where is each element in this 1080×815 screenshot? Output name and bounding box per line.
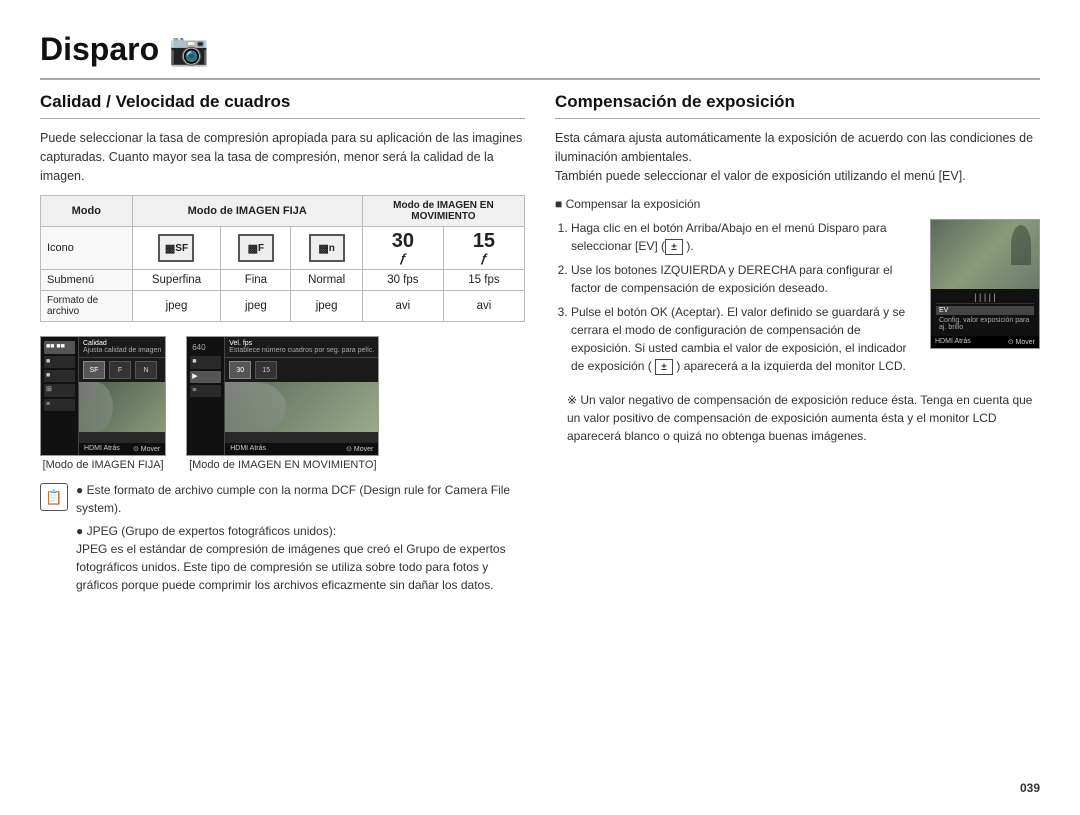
page: Disparo 📷 Calidad / Velocidad de cuadros… <box>0 0 1080 815</box>
cam2-item3: ≡ <box>190 385 221 397</box>
left-column: Calidad / Velocidad de cuadros Puede sel… <box>40 92 525 775</box>
camera-icon: 📷 <box>169 30 209 68</box>
table-icon-f: ▩F <box>221 227 291 270</box>
step3: Pulse el botón OK (Aceptar). El valor de… <box>571 303 920 375</box>
right-cam-ev-row: EV <box>936 306 1034 315</box>
cam2-item1: ■ <box>190 356 221 368</box>
screenshots-row: ■■ ■■ ■ ■ ⊞ ≡ Calidad Ajusta calidad de … <box>40 336 525 471</box>
table-header-imagen-mov: Modo de IMAGEN ENMOVIMIENTO <box>362 196 524 227</box>
cam2-menu-sub: Establece número cuadros por seg. para p… <box>229 347 374 354</box>
cam-menu-item4: ⊞ <box>44 384 75 396</box>
right-intro1: Esta cámara ajusta automáticamente la ex… <box>555 129 1040 185</box>
right-screenshot-container: | | | | | EV Config. valor exposición pa… <box>930 219 1040 383</box>
cam2-menu-title: Vel. fps <box>229 340 252 347</box>
cam-menu-item2: ■ <box>44 356 75 368</box>
screenshot2-box: 640 ■ ▶ ≡ Vel. fps Establece número cuad… <box>186 336 379 456</box>
screenshot1-caption: [Modo de IMAGEN FIJA] <box>40 459 166 471</box>
cam-menu-item3: ■ <box>44 370 75 382</box>
table-submenu-30fps: 30 fps <box>362 270 443 291</box>
right-column: Compensación de exposición Esta cámara a… <box>555 92 1040 775</box>
table-submenu-superfina: Superfina <box>132 270 221 291</box>
cam1-bottom: HDMI Atrás ⊙ Mover <box>79 443 165 455</box>
table-icon-15fps: 15 ƒ <box>443 227 524 270</box>
table-formato-jpeg1: jpeg <box>132 291 221 322</box>
cam1-menu-title: Calidad <box>83 340 107 347</box>
table-icon-sf: ▩SF <box>132 227 221 270</box>
table-header-modo: Modo <box>41 196 133 227</box>
mode-table: Modo Modo de IMAGEN FIJA Modo de IMAGEN … <box>40 195 525 322</box>
right-section-title: Compensación de exposición <box>555 92 1040 119</box>
screenshot2-container: 640 ■ ▶ ≡ Vel. fps Establece número cuad… <box>186 336 379 471</box>
cam2-item2: ▶ <box>190 371 221 383</box>
cam1-menu-sub: Ajusta calidad de imagen <box>83 347 161 354</box>
left-section-title: Calidad / Velocidad de cuadros <box>40 92 525 119</box>
page-number: 039 <box>40 775 1040 795</box>
right-cam-bottom: HDMI Atrás ⊙ Mover <box>931 336 1039 348</box>
table-submenu-fina: Fina <box>221 270 291 291</box>
steps-with-screenshot: Haga clic en el botón Arriba/Abajo en el… <box>555 219 1040 383</box>
table-label-formato: Formato dearchivo <box>41 291 133 322</box>
compensar-bullet: Compensar la exposición <box>555 195 1040 213</box>
table-formato-avi2: avi <box>443 291 524 322</box>
step1: Haga clic en el botón Arriba/Abajo en el… <box>571 219 920 255</box>
steps-list: Haga clic en el botón Arriba/Abajo en el… <box>555 219 920 375</box>
left-intro: Puede seleccionar la tasa de compresión … <box>40 129 525 185</box>
screenshot1-box: ■■ ■■ ■ ■ ⊞ ≡ Calidad Ajusta calidad de … <box>40 336 166 456</box>
ev-inline-icon: ± <box>665 239 683 255</box>
warning-note: Un valor negativo de compensación de exp… <box>555 391 1040 445</box>
cam2-bottom: HDMI Atrás ⊙ Mover <box>225 443 378 455</box>
cam-menu-item5: ≡ <box>44 399 75 411</box>
table-label-submenu: Submenú <box>41 270 133 291</box>
note-content: ● Este formato de archivo cumple con la … <box>76 481 525 594</box>
page-title-text: Disparo <box>40 31 159 68</box>
page-title-section: Disparo 📷 <box>40 30 1040 80</box>
table-icon-30fps: 30 ƒ <box>362 227 443 270</box>
ev-scale: | | | | | <box>936 292 1034 302</box>
note-icon: 📋 <box>40 483 68 511</box>
table-formato-avi1: avi <box>362 291 443 322</box>
steps-text: Haga clic en el botón Arriba/Abajo en el… <box>555 219 920 383</box>
table-formato-jpeg2: jpeg <box>221 291 291 322</box>
table-submenu-normal: Normal <box>291 270 362 291</box>
table-submenu-15fps: 15 fps <box>443 270 524 291</box>
table-icon-n: ▩n <box>291 227 362 270</box>
ev-indicator-icon: ± <box>655 359 673 375</box>
cam-menu-calidad: ■■ ■■ <box>44 341 75 353</box>
screenshot1-container: ■■ ■■ ■ ■ ⊞ ≡ Calidad Ajusta calidad de … <box>40 336 166 471</box>
content-columns: Calidad / Velocidad de cuadros Puede sel… <box>40 92 1040 775</box>
note-section: 📋 ● Este formato de archivo cumple con l… <box>40 481 525 594</box>
screenshot2-caption: [Modo de IMAGEN EN MOVIMIENTO] <box>186 459 379 471</box>
table-formato-jpeg3: jpeg <box>291 291 362 322</box>
step2: Use los botones IZQUIERDA y DERECHA para… <box>571 261 920 297</box>
table-header-imagen-fija: Modo de IMAGEN FIJA <box>132 196 362 227</box>
right-cam-config-row: Config. valor exposición para aj. brillo <box>936 316 1034 332</box>
right-cam-box: | | | | | EV Config. valor exposición pa… <box>930 219 1040 349</box>
table-label-icono: Icono <box>41 227 133 270</box>
cam2-resolution: 640 <box>190 341 221 354</box>
